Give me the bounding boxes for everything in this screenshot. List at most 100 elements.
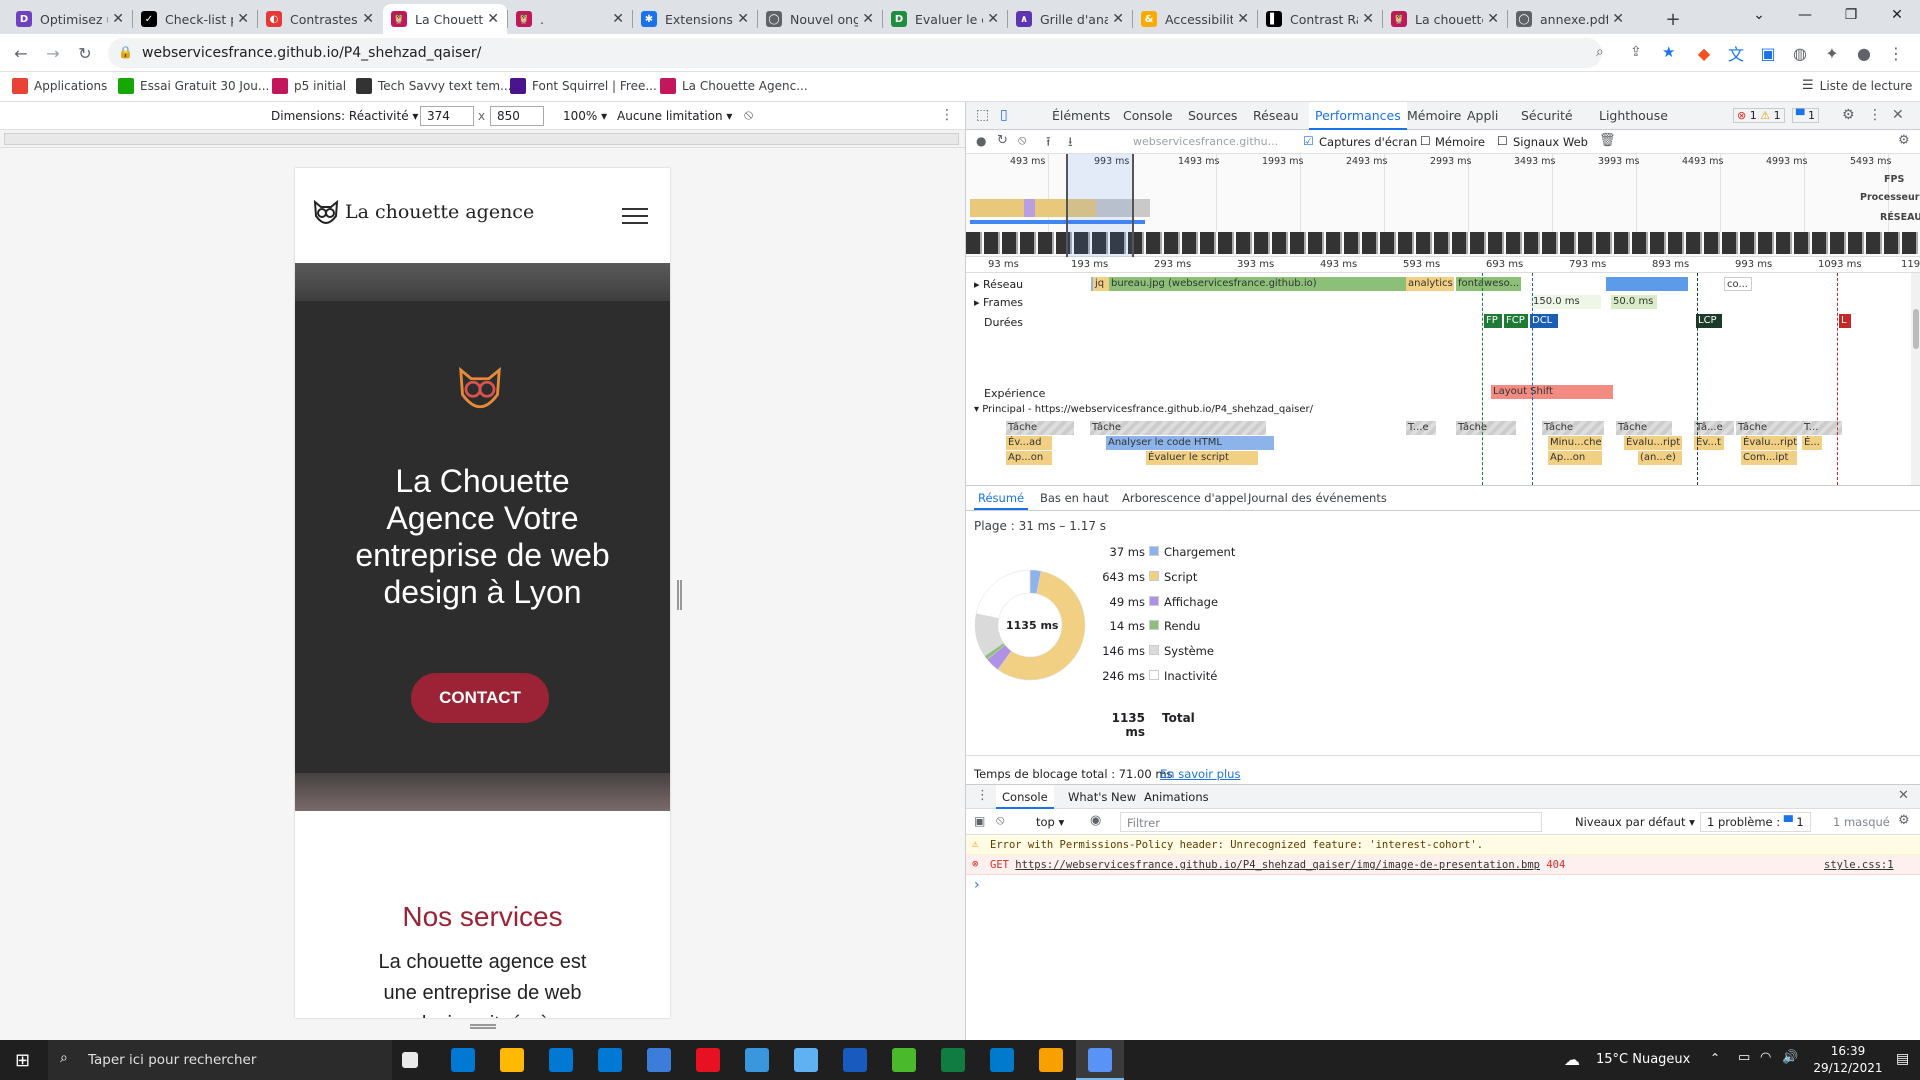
- live-expression-icon[interactable]: ◉: [1090, 813, 1101, 828]
- network-tray-icon[interactable]: ▭: [1738, 1050, 1750, 1065]
- devtools-tab[interactable]: Sources: [1182, 102, 1243, 130]
- url-text[interactable]: webservicesfrance.github.io/P4_shehzad_q…: [142, 45, 481, 61]
- clear-icon[interactable]: ⦸: [1018, 133, 1026, 148]
- devtools-tab[interactable]: Éléments: [1046, 102, 1116, 130]
- task-block[interactable]: Tâche: [1456, 421, 1516, 435]
- taskbar-app-icon[interactable]: [941, 1048, 965, 1072]
- network-item-bureau[interactable]: bureau.jpg (webservicesfrance.github.io): [1109, 277, 1406, 291]
- inspect-icon[interactable]: ⬚: [976, 107, 989, 123]
- volume-icon[interactable]: 🔊: [1782, 1050, 1798, 1065]
- resize-handle-right[interactable]: [677, 580, 682, 610]
- memory-checkbox[interactable]: ☐: [1420, 134, 1431, 148]
- globe-icon[interactable]: ◍: [1788, 41, 1812, 65]
- overview-selection[interactable]: [1066, 154, 1134, 257]
- layout-shift-block[interactable]: Layout Shift: [1491, 385, 1613, 399]
- browser-tab[interactable]: D Optimisez u ✕: [8, 4, 132, 34]
- task-block[interactable]: Tâche: [1736, 421, 1808, 435]
- browser-tab[interactable]: D Evaluer le c ✕: [883, 4, 1007, 34]
- timing-dcl[interactable]: DCL: [1530, 314, 1558, 328]
- tab-close-icon[interactable]: ✕: [987, 11, 999, 27]
- reading-list[interactable]: ☰ Liste de lecture: [1802, 78, 1912, 93]
- tab-search-icon[interactable]: ⌄: [1736, 0, 1782, 30]
- browser-tab[interactable]: ▌ Contrast Ra ✕: [1258, 4, 1382, 34]
- timing-lcp[interactable]: LCP: [1696, 314, 1722, 328]
- function-block[interactable]: É...: [1802, 436, 1822, 450]
- tab-close-icon[interactable]: ✕: [862, 11, 874, 27]
- taskbar-app-icon[interactable]: [1039, 1048, 1063, 1072]
- tab-close-icon[interactable]: ✕: [1362, 11, 1374, 27]
- browser-tab[interactable]: 🦉 La chouette ✕: [1383, 4, 1507, 34]
- new-tab-button[interactable]: +: [1658, 4, 1688, 34]
- function-block[interactable]: Évalu...ript: [1624, 436, 1682, 450]
- close-window-button[interactable]: ✕: [1874, 0, 1920, 30]
- network-item-fontawesome[interactable]: fontaweso...: [1456, 277, 1521, 291]
- taskbar-app-icon[interactable]: [794, 1048, 818, 1072]
- taskbar-app-icon[interactable]: [745, 1048, 769, 1072]
- contact-button[interactable]: CONTACT: [411, 673, 549, 723]
- context-select[interactable]: top ▾: [1036, 815, 1064, 829]
- throttle-select[interactable]: Aucune limitation ▾: [617, 109, 732, 123]
- taskbar-app-icon[interactable]: [549, 1048, 573, 1072]
- tab-close-icon[interactable]: ✕: [1487, 11, 1499, 27]
- task-block[interactable]: Tâche: [1006, 421, 1074, 435]
- browser-tab[interactable]: & Accessibilit ✕: [1133, 4, 1257, 34]
- task-block[interactable]: Tâche: [1616, 421, 1672, 435]
- weather-text[interactable]: 15°C Nuageux: [1596, 1052, 1690, 1067]
- error-url-link[interactable]: https://webservicesfrance.github.io/P4_s…: [1015, 859, 1540, 871]
- task-block[interactable]: T...e: [1406, 421, 1436, 435]
- call-block[interactable]: Ap...on: [1548, 451, 1602, 465]
- flamechart[interactable]: ▸ Réseau jq bureau.jpg (webservicesfranc…: [966, 273, 1911, 485]
- browser-tab[interactable]: ◯ Nouvel ong ✕: [758, 4, 882, 34]
- width-input[interactable]: 374: [420, 106, 474, 126]
- flamechart-scroll-thumb[interactable]: [1913, 309, 1919, 349]
- call-block[interactable]: Com...ipt: [1741, 451, 1797, 465]
- address-bar[interactable]: 🔒 webservicesfrance.github.io/P4_shehzad…: [108, 38, 1675, 68]
- puzzle-icon[interactable]: ✦: [1820, 41, 1844, 65]
- network-track-label[interactable]: ▸ Réseau: [974, 278, 1023, 291]
- browser-tab[interactable]: ✱ Extensions ✕: [633, 4, 757, 34]
- drawer-tab[interactable]: What's New: [1062, 785, 1142, 809]
- weather-icon[interactable]: ☁: [1564, 1050, 1580, 1069]
- clock-date[interactable]: 29/12/2021: [1805, 1061, 1891, 1075]
- message-badge[interactable]: ▀ 1: [1792, 108, 1819, 123]
- experience-track-label[interactable]: Expérience: [984, 387, 1045, 400]
- function-block[interactable]: Minu...che: [1548, 436, 1602, 450]
- function-block[interactable]: Év...t: [1694, 436, 1724, 450]
- browser-tab[interactable]: 🦉. ✕: [508, 4, 632, 34]
- devtools-tab[interactable]: Appli: [1461, 102, 1504, 130]
- translate-icon[interactable]: 文: [1724, 41, 1748, 65]
- notifications-icon[interactable]: ▤: [1896, 1051, 1909, 1067]
- device-more-icon[interactable]: ⋮: [940, 107, 954, 123]
- zoom-select[interactable]: 100% ▾: [563, 109, 607, 123]
- task-block[interactable]: Tâche: [1090, 421, 1266, 435]
- tab-close-icon[interactable]: ✕: [112, 11, 124, 27]
- learn-more-link[interactable]: En savoir plus: [1160, 767, 1240, 781]
- devtools-close-icon[interactable]: ✕: [1892, 107, 1904, 123]
- console-filter-input[interactable]: Filtrer: [1120, 812, 1542, 832]
- bookmark-star-icon[interactable]: ★: [1662, 43, 1675, 61]
- details-tab[interactable]: Arborescence d'appel: [1118, 486, 1251, 510]
- tray-chevron-icon[interactable]: ⌃: [1710, 1051, 1720, 1065]
- bookmark-item[interactable]: La Chouette Agenc...: [660, 78, 808, 94]
- devtools-tab[interactable]: Sécurité: [1515, 102, 1579, 130]
- call-block[interactable]: Ap...on: [1006, 451, 1052, 465]
- taskbar-search-box[interactable]: ⌕ Taper ici pour rechercher: [48, 1040, 392, 1080]
- console-prompt[interactable]: ›: [974, 877, 980, 893]
- zoom-icon[interactable]: ⌕: [1596, 44, 1604, 60]
- web-vitals-checkbox[interactable]: ☐: [1497, 134, 1508, 148]
- trash-icon[interactable]: 🗑: [1599, 133, 1616, 148]
- flamechart-scrollbar[interactable]: [1911, 273, 1920, 485]
- taskbar-app-icon[interactable]: [843, 1048, 867, 1072]
- clock-time[interactable]: 16:39: [1815, 1044, 1881, 1058]
- function-block[interactable]: Analyser le code HTML: [1106, 436, 1274, 450]
- task-block[interactable]: Tâche: [1542, 421, 1604, 435]
- media-query-ruler[interactable]: [0, 130, 965, 148]
- profile-icon[interactable]: ●: [1852, 41, 1876, 65]
- maximize-button[interactable]: ❐: [1828, 0, 1874, 30]
- tab-close-icon[interactable]: ✕: [487, 11, 499, 27]
- site-brand[interactable]: La chouette agence: [345, 201, 534, 223]
- capture-settings-icon[interactable]: ⚙: [1898, 133, 1910, 148]
- tab-close-icon[interactable]: ✕: [362, 11, 374, 27]
- timings-track-label[interactable]: Durées: [984, 316, 1023, 329]
- screen-icon[interactable]: ▣: [1756, 41, 1780, 65]
